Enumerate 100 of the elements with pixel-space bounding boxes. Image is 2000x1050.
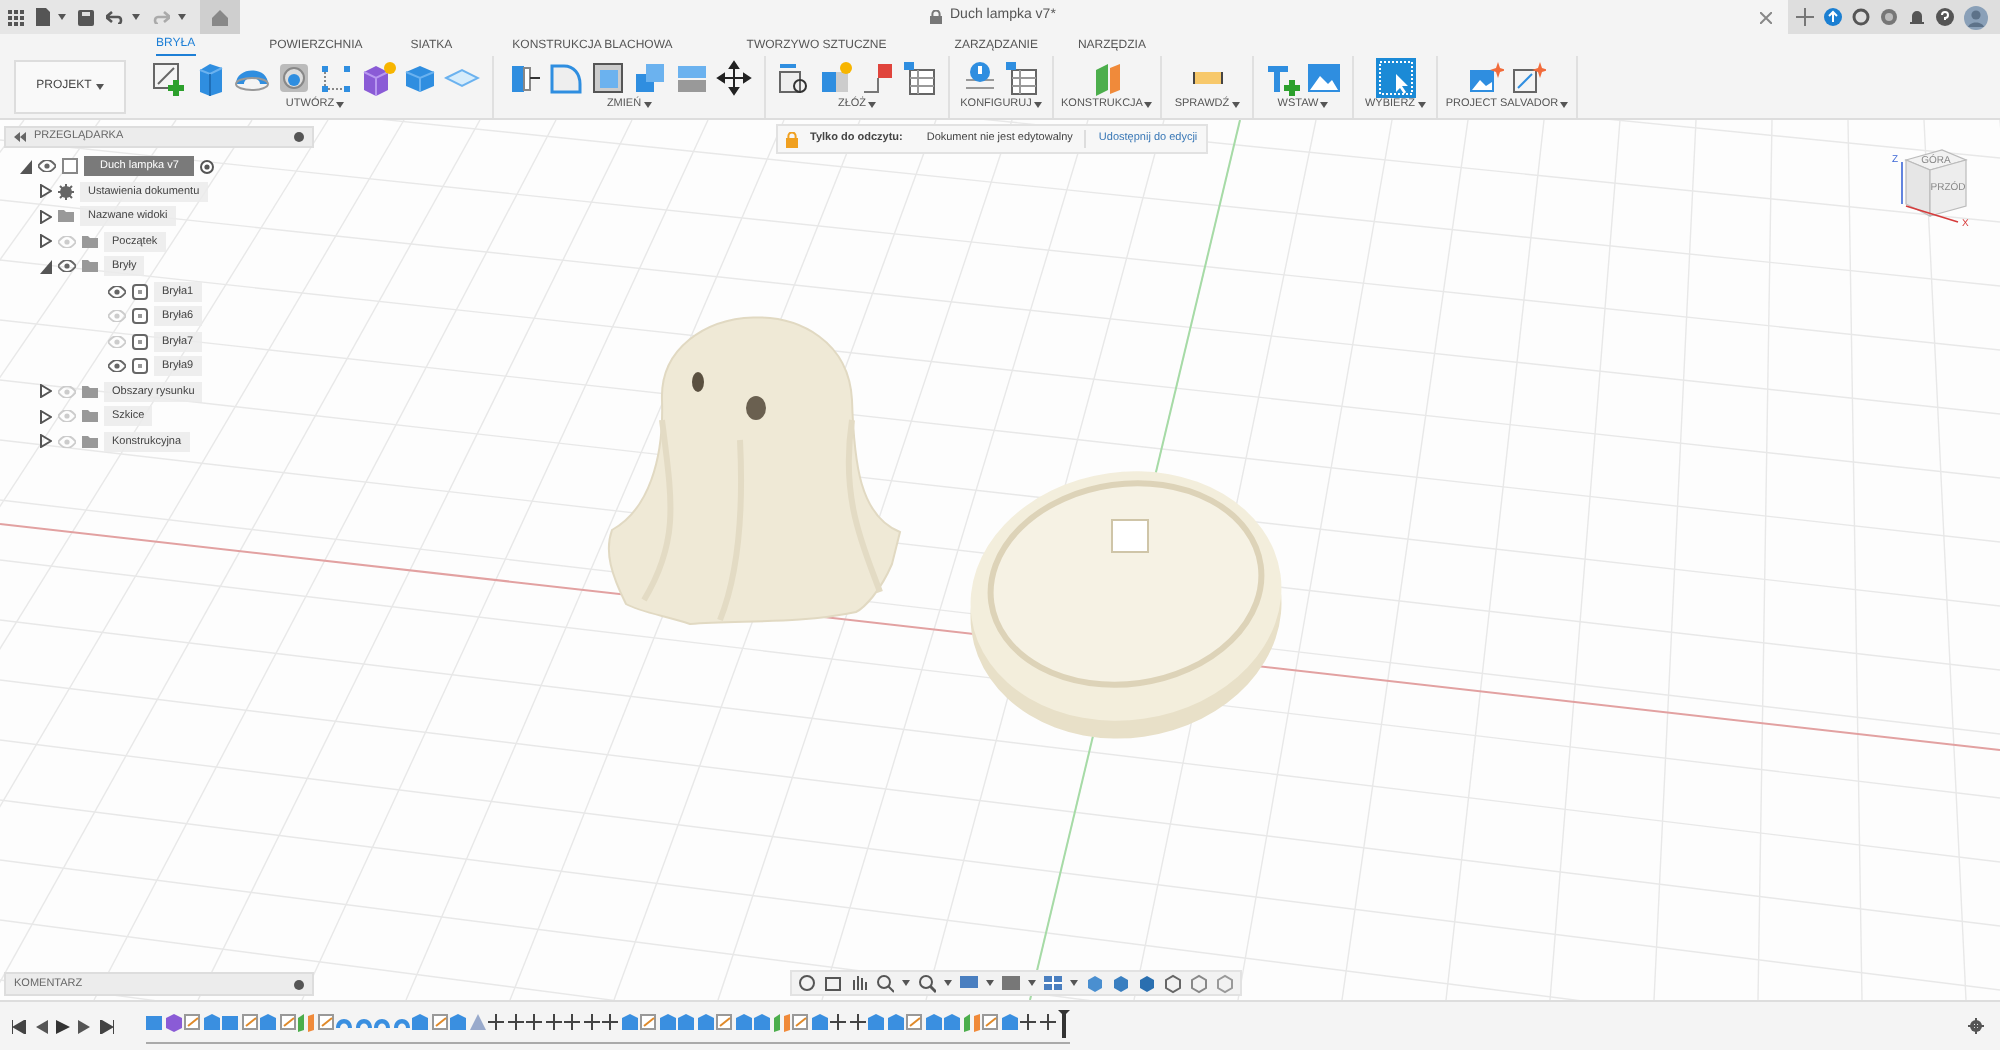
collapsed-triangle-icon[interactable] [40,209,52,224]
step-forward-icon[interactable] [78,1019,92,1033]
move-icon[interactable] [1039,1014,1055,1032]
eye-icon[interactable] [58,260,76,273]
look-at-icon[interactable] [824,973,842,993]
sketch-icon[interactable] [317,1014,333,1032]
eye-icon[interactable] [108,360,126,373]
fillet-icon[interactable] [548,60,584,96]
plus-icon[interactable] [1796,8,1814,26]
collapsed-triangle-icon[interactable] [40,234,52,249]
move-icon[interactable] [1020,1014,1036,1032]
bell-icon[interactable] [1908,8,1926,26]
press-pull-icon[interactable] [506,60,542,96]
sketch-icon[interactable] [906,1014,922,1032]
orbit-icon[interactable] [798,973,816,993]
go-to-start-icon[interactable] [12,1019,26,1033]
apps-grid-icon[interactable] [8,9,24,25]
sketch-icon[interactable] [792,1014,808,1032]
sketch-icon[interactable] [716,1014,732,1032]
timeline-marker-icon[interactable] [1058,1009,1070,1037]
zoom-window-icon[interactable] [918,973,936,993]
collapsed-triangle-icon[interactable] [40,409,52,424]
collapse-panel-icon[interactable] [14,132,26,142]
extrude-icon[interactable] [260,1014,276,1032]
move-icon[interactable] [849,1014,865,1032]
expanded-triangle-icon[interactable] [20,159,32,174]
viewports-icon[interactable] [1044,973,1062,993]
display-icon[interactable] [960,973,978,993]
hole-icon[interactable] [276,60,312,96]
caret-icon [132,14,140,20]
move-icon[interactable] [488,1014,504,1032]
caret-icon [336,102,345,109]
undo-icon[interactable] [106,10,124,24]
table-icon[interactable] [902,60,938,96]
upload-icon[interactable] [1824,8,1842,26]
help-icon[interactable] [1936,8,1954,26]
eye-icon[interactable] [38,160,56,173]
expanded-triangle-icon[interactable] [40,259,52,274]
user-avatar-icon[interactable] [1964,5,1988,29]
step-back-icon[interactable] [34,1019,48,1033]
sketch-icon[interactable] [431,1014,447,1032]
sketch-plane-icon[interactable] [222,1014,238,1032]
move-icon[interactable] [602,1014,618,1032]
select-cursor-icon[interactable] [1375,58,1415,98]
cubes-icon[interactable] [632,60,668,96]
sparkle-sketch-icon[interactable] [1510,60,1546,96]
form-cube-icon[interactable] [165,1014,181,1032]
radio-target-icon[interactable] [200,159,215,174]
gear-icon [58,183,74,200]
settings-gear-icon[interactable] [1968,1018,1984,1034]
sketch-plane-icon[interactable] [146,1014,162,1032]
move-icon[interactable] [507,1014,523,1032]
home-icon[interactable] [212,9,228,25]
collapsed-triangle-icon[interactable] [40,184,52,199]
collapsed-triangle-icon[interactable] [40,434,52,449]
joint-icon[interactable] [776,60,812,96]
sparkle-image-icon[interactable] [1468,60,1504,96]
construct-icon[interactable] [298,1014,314,1032]
move-icon[interactable] [545,1014,561,1032]
body-box-icon [132,333,148,350]
save-icon[interactable] [78,9,94,25]
grid-icon[interactable] [1002,973,1020,993]
corner-icon[interactable] [860,60,896,96]
close-tab-icon[interactable] [1760,11,1772,23]
insert-icon[interactable] [1264,60,1300,96]
sketch-plus-icon[interactable] [150,60,186,96]
points-icon[interactable] [318,60,354,96]
table-icon[interactable] [1004,60,1040,96]
shell-icon[interactable] [590,60,626,96]
sparkle-cube-icon[interactable] [360,60,396,96]
lock-icon [786,131,798,147]
caret-icon [1320,102,1329,109]
file-icon[interactable] [36,8,50,26]
caret-icon [1144,102,1153,109]
caret-icon [58,14,66,20]
sketch-icon[interactable] [241,1014,257,1032]
play-icon[interactable] [56,1019,70,1033]
record-icon[interactable] [1880,8,1898,26]
redo-icon[interactable] [152,10,170,24]
sketch-icon[interactable] [184,1014,200,1032]
move-icon[interactable] [716,60,752,96]
move-icon[interactable] [583,1014,599,1032]
move-icon[interactable] [564,1014,580,1032]
sketch-icon[interactable] [640,1014,656,1032]
pin-icon[interactable] [294,132,304,142]
pin-icon[interactable] [294,979,304,989]
sketch-icon[interactable] [279,1014,295,1032]
go-to-end-icon[interactable] [100,1019,114,1033]
sketch-icon[interactable] [982,1014,998,1032]
construct-icon[interactable] [963,1014,979,1032]
move-icon[interactable] [830,1014,846,1032]
construct-icon[interactable] [773,1014,789,1032]
extrude-icon[interactable] [203,1014,219,1032]
zoom-icon[interactable] [876,973,894,993]
extrude-icon[interactable] [450,1014,466,1032]
collapsed-triangle-icon[interactable] [40,384,52,399]
cube-icon[interactable] [402,60,438,96]
move-icon[interactable] [526,1014,542,1032]
eye-icon[interactable] [108,285,126,298]
image-icon[interactable] [1306,60,1342,96]
